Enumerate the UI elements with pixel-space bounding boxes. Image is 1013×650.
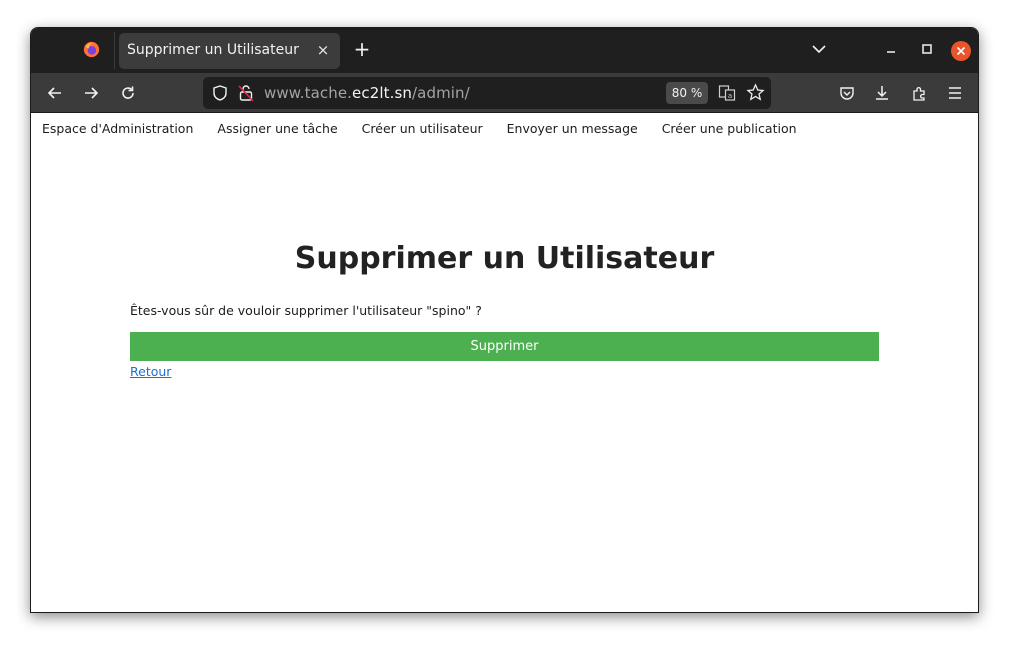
confirmation-message: Êtes-vous sûr de vouloir supprimer l'uti… [130, 303, 482, 318]
minimize-icon[interactable] [884, 41, 898, 57]
url-path: /admin/ [412, 84, 470, 102]
maximize-icon[interactable] [920, 41, 934, 57]
nav-create-publication[interactable]: Créer une publication [662, 121, 797, 136]
translate-icon[interactable]: a [718, 84, 736, 102]
delete-user-button[interactable]: Supprimer [130, 332, 879, 361]
zoom-level-badge[interactable]: 80 % [666, 82, 708, 104]
window-close-button[interactable] [951, 41, 971, 61]
pocket-icon[interactable] [837, 83, 857, 103]
svg-text:a: a [728, 92, 732, 100]
page-title: Supprimer un Utilisateur [294, 241, 715, 276]
tab-bar: Supprimer un Utilisateur × + [31, 28, 978, 73]
url-prefix: www.tache. [264, 84, 353, 102]
tab-divider [114, 32, 115, 69]
active-tab[interactable]: Supprimer un Utilisateur × [119, 33, 340, 69]
url-bar[interactable]: www.tache.ec2lt.sn/admin/ 80 % a [203, 77, 771, 109]
navigation-toolbar: www.tache.ec2lt.sn/admin/ 80 % a [31, 73, 978, 113]
close-icon [956, 46, 966, 56]
insecure-lock-icon[interactable] [237, 83, 255, 103]
admin-nav: Espace d'Administration Assigner une tâc… [42, 121, 821, 136]
extensions-icon[interactable] [909, 83, 929, 103]
url-domain: ec2lt.sn [352, 84, 412, 102]
firefox-logo-icon [83, 41, 100, 58]
page-content: Espace d'Administration Assigner une tâc… [31, 114, 978, 612]
nav-create-user[interactable]: Créer un utilisateur [362, 121, 483, 136]
forward-arrow-icon[interactable] [81, 83, 101, 103]
tab-title: Supprimer un Utilisateur [127, 42, 299, 58]
back-arrow-icon[interactable] [45, 83, 65, 103]
reload-icon[interactable] [118, 83, 138, 103]
back-link[interactable]: Retour [130, 364, 171, 379]
shield-icon[interactable] [211, 84, 229, 102]
download-icon[interactable] [872, 83, 892, 103]
nav-send-message[interactable]: Envoyer un message [507, 121, 638, 136]
chevron-down-icon[interactable] [811, 40, 827, 58]
hamburger-menu-icon[interactable] [945, 83, 965, 103]
url-text[interactable]: www.tache.ec2lt.sn/admin/ [264, 84, 470, 102]
new-tab-icon[interactable]: + [352, 38, 372, 60]
tab-close-icon[interactable]: × [316, 41, 330, 59]
browser-window: Supprimer un Utilisateur × + www.tache.e… [30, 27, 979, 613]
nav-assign-task[interactable]: Assigner une tâche [217, 121, 337, 136]
bookmark-star-icon[interactable] [746, 83, 765, 102]
nav-admin-space[interactable]: Espace d'Administration [42, 121, 193, 136]
